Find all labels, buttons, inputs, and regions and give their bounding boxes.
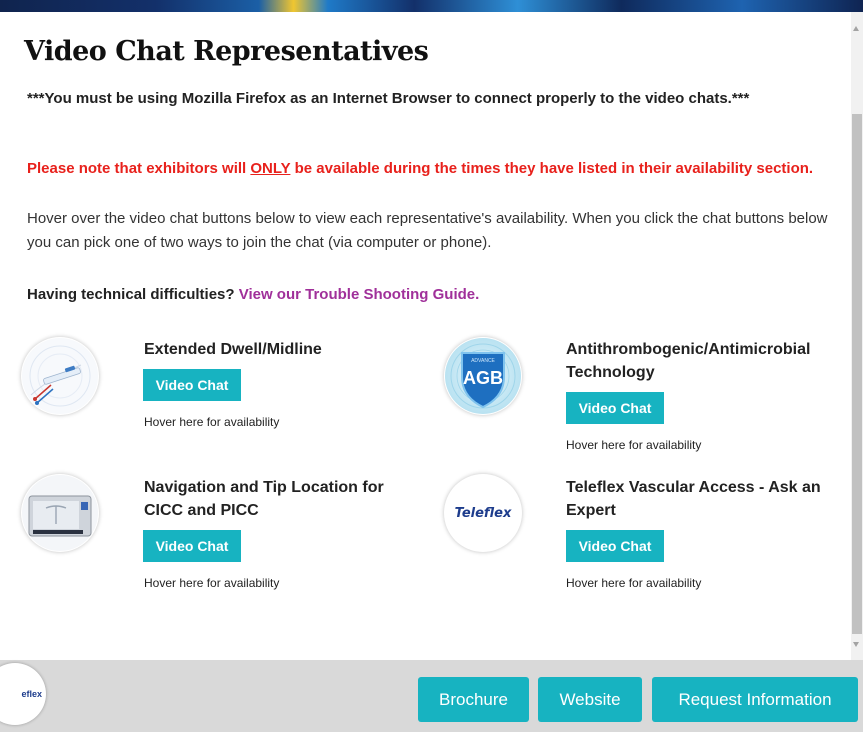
availability-warning: Please note that exhibitors will ONLY be…: [27, 158, 817, 180]
tech-difficulties: Having technical difficulties? View our …: [27, 284, 479, 306]
request-information-button[interactable]: Request Information: [652, 677, 858, 722]
instructions-text: Hover over the video chat buttons below …: [27, 210, 828, 251]
availability-hover[interactable]: Hover here for availability: [566, 438, 701, 452]
rep-title: Teleflex Vascular Access - Ask an Expert: [566, 479, 821, 519]
rep-title: Antithrombogenic/Antimicrobial Technolog…: [566, 341, 811, 381]
availability-hover[interactable]: Hover here for availability: [144, 576, 279, 590]
top-banner: [0, 0, 863, 12]
tech-difficulties-label: Having technical difficulties?: [27, 286, 239, 303]
availability-hover[interactable]: Hover here for availability: [144, 415, 279, 429]
scroll-up-icon[interactable]: [853, 26, 859, 31]
rep-title: Navigation and Tip Location for CICC and…: [144, 479, 384, 519]
video-chat-button[interactable]: Video Chat: [143, 369, 241, 401]
video-chat-button[interactable]: Video Chat: [566, 392, 664, 424]
warning-text-start: Please note that exhibitors will: [27, 160, 251, 177]
video-chat-button[interactable]: Video Chat: [143, 530, 241, 562]
warning-emphasis: ONLY: [250, 160, 291, 177]
page-title: Video Chat Representatives: [24, 36, 429, 67]
warning-text-end: be available during the times they have …: [290, 160, 814, 177]
scrollbar-thumb[interactable]: [852, 114, 862, 634]
badge-text: AGB: [463, 368, 503, 388]
brochure-button[interactable]: Brochure: [418, 677, 529, 722]
exhibitor-logo-text: eflex: [21, 689, 42, 699]
scroll-down-icon[interactable]: [853, 642, 859, 647]
catheter-device-icon: [21, 337, 99, 415]
navigation-monitor-icon: [21, 474, 99, 552]
availability-hover[interactable]: Hover here for availability: [566, 576, 701, 590]
website-button[interactable]: Website: [538, 677, 642, 722]
teleflex-logo: Teleflex: [444, 474, 522, 552]
badge-small-text: ADVANCE: [471, 358, 495, 364]
teleflex-logo-text: Teleflex: [454, 505, 512, 521]
video-chat-button[interactable]: Video Chat: [566, 530, 664, 562]
rep-title: Extended Dwell/Midline: [144, 341, 322, 358]
firefox-notice: ***You must be using Mozilla Firefox as …: [27, 90, 750, 107]
agb-shield-logo: ADVANCE AGB: [444, 337, 522, 415]
troubleshooting-guide-link[interactable]: View our Trouble Shooting Guide.: [239, 286, 480, 303]
